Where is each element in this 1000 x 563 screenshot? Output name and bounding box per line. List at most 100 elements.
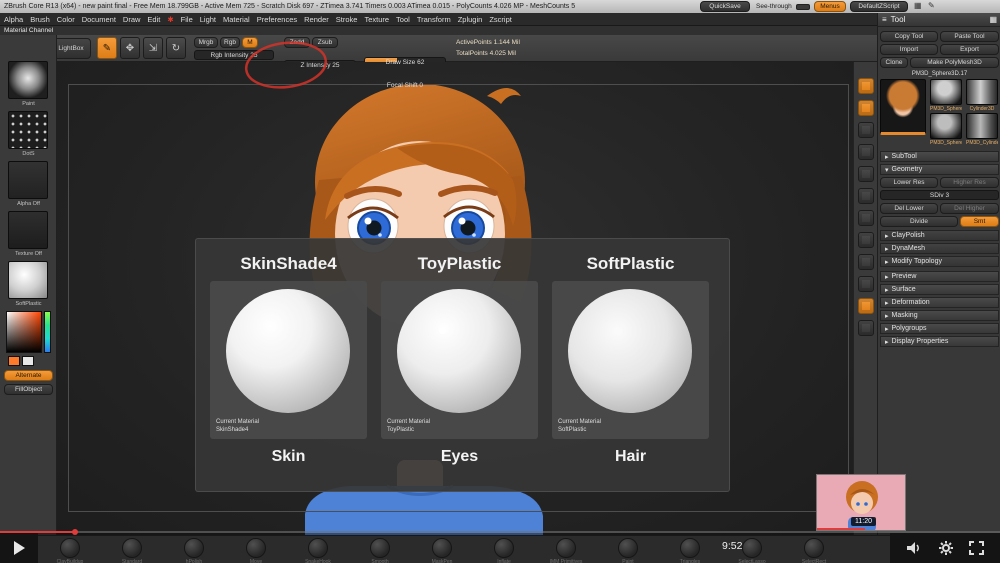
preview-section-header[interactable]: ▸ Preview xyxy=(880,271,999,282)
sdiv-slider[interactable]: SDiv 3 xyxy=(880,190,999,200)
polygroups-section-header[interactable]: ▸ Polygroups xyxy=(880,323,999,334)
volume-icon[interactable] xyxy=(906,541,922,555)
persp-icon[interactable] xyxy=(858,100,874,116)
tool-thumbnail[interactable] xyxy=(966,79,998,105)
make-polymesh3d-button[interactable]: Make PolyMesh3D xyxy=(910,57,999,68)
material-card-hair: SoftPlastic Current Material SoftPlastic… xyxy=(552,247,709,491)
default-zscript-button[interactable]: DefaultZScript xyxy=(850,1,908,12)
smt-toggle[interactable]: Smt xyxy=(960,216,999,227)
menu-file[interactable]: File xyxy=(181,15,193,24)
move-mode-button[interactable]: ✥ xyxy=(120,37,140,59)
ghost-icon[interactable] xyxy=(858,210,874,226)
menu-alpha[interactable]: Alpha xyxy=(4,15,23,24)
modify-topology-section-header[interactable]: ▸ Modify Topology xyxy=(880,256,999,267)
dock-icon[interactable]: ▦ xyxy=(989,15,997,24)
copy-tool-button[interactable]: Copy Tool xyxy=(880,31,938,42)
scroll-icon[interactable] xyxy=(858,276,874,292)
divide-button[interactable]: Divide xyxy=(880,216,958,227)
lower-res-button[interactable]: Lower Res xyxy=(880,177,938,188)
menu-transform[interactable]: Transform xyxy=(417,15,451,24)
fillobject-button[interactable]: FillObject xyxy=(4,384,53,395)
color-hue-strip[interactable] xyxy=(44,311,51,353)
floor-icon[interactable] xyxy=(858,122,874,138)
tool-thumbnail[interactable] xyxy=(930,79,962,105)
see-through-slider[interactable] xyxy=(796,4,810,10)
geometry-section-header[interactable]: ▾ Geometry xyxy=(880,164,999,175)
texture-thumbnail[interactable] xyxy=(8,211,48,249)
zsub-button[interactable]: Zsub xyxy=(312,37,338,48)
claypolish-section-header[interactable]: ▸ ClayPolish xyxy=(880,230,999,241)
menu-zscript[interactable]: Zscript xyxy=(489,15,512,24)
zadd-button[interactable]: Zadd xyxy=(284,37,310,48)
paste-tool-button[interactable]: Paste Tool xyxy=(940,31,999,42)
color-picker-square[interactable] xyxy=(6,311,42,353)
del-higher-button[interactable]: Del Higher xyxy=(940,203,999,214)
solo-icon[interactable] xyxy=(858,232,874,248)
mrgb-button[interactable]: Mrgb xyxy=(194,37,218,48)
menu-brush[interactable]: Brush xyxy=(30,15,50,24)
surface-section-header[interactable]: ▸ Surface xyxy=(880,284,999,295)
alternate-button[interactable]: Alternate xyxy=(4,370,53,381)
materials-overlay-panel: SkinShade4 Current Material SkinShade4 S… xyxy=(195,238,730,492)
del-lower-button[interactable]: Del Lower xyxy=(880,203,938,214)
material-thumbnail[interactable] xyxy=(8,261,48,299)
rgb-intensity-slider[interactable]: Rgb Intensity 25 xyxy=(194,50,274,60)
rotate-mode-button[interactable]: ↻ xyxy=(166,37,186,59)
deformation-section-header[interactable]: ▸ Deformation xyxy=(880,297,999,308)
secondary-color-swatch[interactable] xyxy=(22,356,34,366)
menu-light[interactable]: Light xyxy=(200,15,216,24)
higher-res-button[interactable]: Higher Res xyxy=(940,177,999,188)
m-button[interactable]: M xyxy=(242,37,258,48)
clone-button[interactable]: Clone xyxy=(880,57,908,68)
transp-icon[interactable] xyxy=(858,188,874,204)
menu-texture[interactable]: Texture xyxy=(364,15,389,24)
play-button[interactable] xyxy=(0,533,38,563)
main-color-swatch[interactable] xyxy=(8,356,20,366)
tool-palette-header[interactable]: ≡ Tool ▦ xyxy=(878,13,1000,27)
frame-icon[interactable] xyxy=(858,144,874,160)
menu-draw[interactable]: Draw xyxy=(123,15,141,24)
zoom3d-icon[interactable] xyxy=(858,320,874,336)
menu-tool[interactable]: Tool xyxy=(396,15,410,24)
grid-icon[interactable]: ▦ xyxy=(914,1,922,10)
settings-gear-icon[interactable] xyxy=(938,541,953,555)
tool-thumbnail[interactable] xyxy=(930,113,962,139)
video-progress-knob[interactable] xyxy=(72,529,78,535)
fullscreen-icon[interactable] xyxy=(968,541,984,555)
tool-thumbnail[interactable] xyxy=(966,113,998,139)
draw-mode-button[interactable]: ✎ xyxy=(97,37,117,59)
menu-color[interactable]: Color xyxy=(57,15,75,24)
menu-material[interactable]: Material xyxy=(223,15,250,24)
video-progress-bar[interactable] xyxy=(0,529,1000,535)
import-button[interactable]: Import xyxy=(880,44,938,55)
quicksave-button[interactable]: QuickSave xyxy=(700,1,750,12)
display-properties-section-header[interactable]: ▸ Display Properties xyxy=(880,336,999,347)
video-control-bar: 9:52 xyxy=(0,529,1000,563)
current-tool-thumbnail[interactable] xyxy=(880,79,926,135)
menu-document[interactable]: Document xyxy=(82,15,116,24)
dynamesh-section-header[interactable]: ▸ DynaMesh xyxy=(880,243,999,254)
rgb-button[interactable]: Rgb xyxy=(220,37,240,48)
xpose-icon[interactable] xyxy=(858,254,874,270)
menu-stroke[interactable]: Stroke xyxy=(336,15,358,24)
scale-mode-button[interactable]: ⇲ xyxy=(143,37,163,59)
tool-thumb-label: PM3D_Cylinder3D xyxy=(966,140,998,146)
menu-render[interactable]: Render xyxy=(304,15,329,24)
polyframe-icon[interactable] xyxy=(858,166,874,182)
alpha-label: Alpha Off xyxy=(17,201,40,207)
subtool-section-header[interactable]: ▸ SubTool xyxy=(880,151,999,162)
paintbrush-icon[interactable] xyxy=(858,298,874,314)
masking-section-header[interactable]: ▸ Masking xyxy=(880,310,999,321)
alpha-thumbnail[interactable] xyxy=(8,161,48,199)
export-button[interactable]: Export xyxy=(940,44,999,55)
menu-zplugin[interactable]: Zplugin xyxy=(458,15,483,24)
stroke-thumbnail[interactable] xyxy=(8,111,48,149)
menu-preferences[interactable]: Preferences xyxy=(257,15,297,24)
pencil-icon[interactable]: ✎ xyxy=(928,1,935,10)
menus-toggle[interactable]: Menus xyxy=(814,1,846,12)
current-brush-thumbnail[interactable] xyxy=(8,61,48,99)
menu-edit[interactable]: Edit xyxy=(147,15,160,24)
bpr-render-icon[interactable] xyxy=(858,78,874,94)
pip-video-thumbnail[interactable]: 11:20 xyxy=(816,474,906,531)
lightbox-button[interactable]: LightBox xyxy=(51,38,91,59)
